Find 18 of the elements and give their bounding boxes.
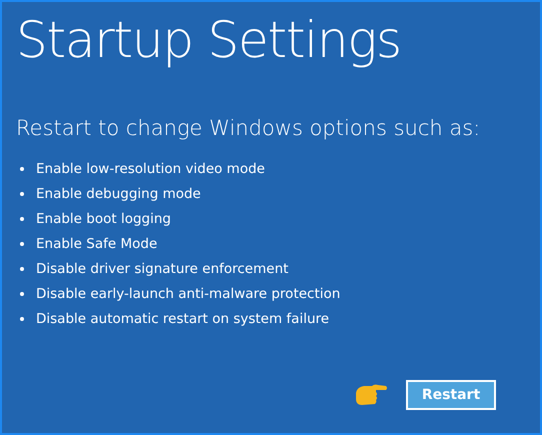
option-text: Enable Safe Mode [36,234,158,252]
bullet-icon [20,216,24,220]
bullet-icon [20,242,24,246]
option-text: Enable debugging mode [36,184,201,202]
bullet-icon [20,166,24,170]
option-text: Enable boot logging [36,210,171,228]
page-title: Startup Settings [16,10,401,71]
bullet-icon [20,316,24,320]
option-text: Disable early-launch anti-malware protection [36,284,340,302]
bullet-icon [20,292,24,296]
option-text: Enable low-resolution video mode [36,160,265,178]
subtitle: Restart to change Windows options such as: [16,115,480,142]
bullet-icon [20,192,24,196]
option-text: Disable driver signature enforcement [36,260,288,278]
pointing-hand-icon [354,383,388,407]
option-text: Disable automatic restart on system failure [36,310,330,328]
restart-button[interactable]: Restart [406,380,496,410]
bullet-icon [20,266,24,270]
